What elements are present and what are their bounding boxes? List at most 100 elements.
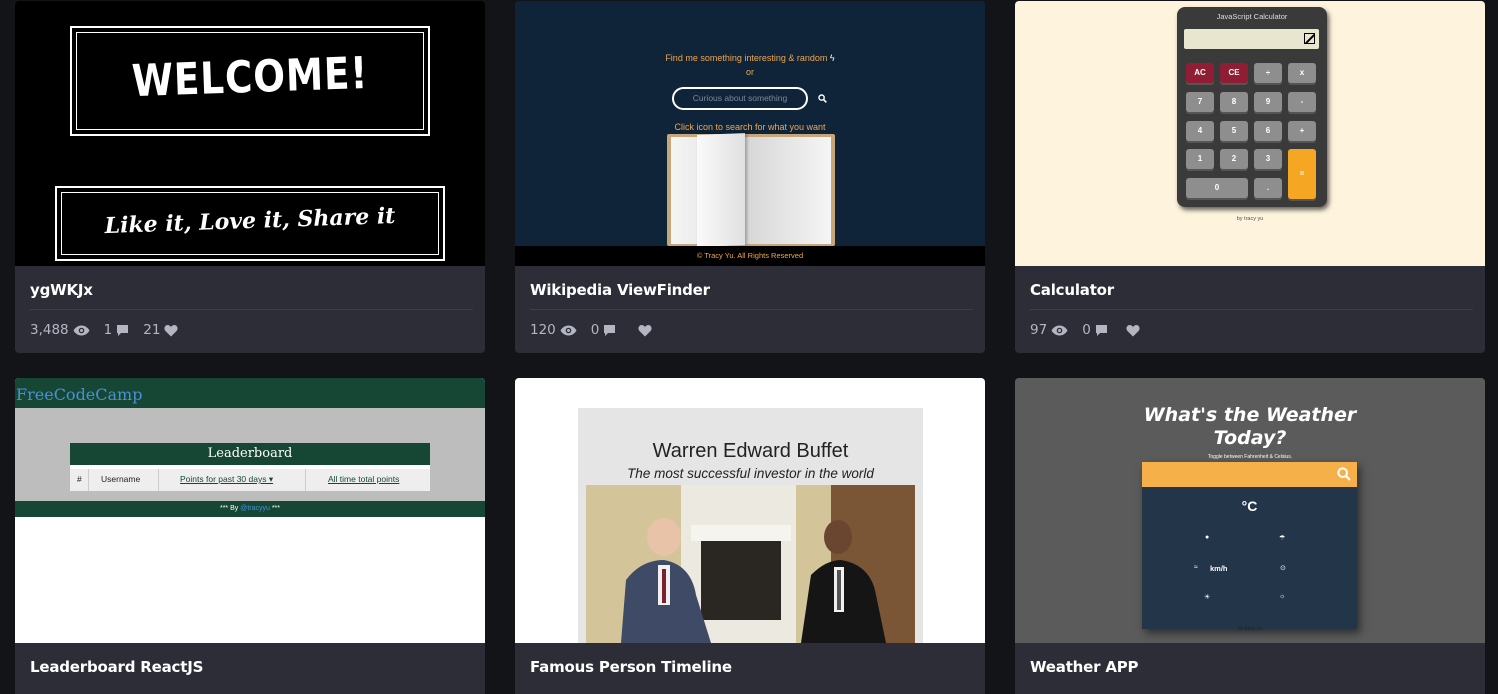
pen-title[interactable]: Wikipedia ViewFinder <box>530 281 710 299</box>
pressure-icon: ⊙ <box>1280 565 1286 572</box>
calc-key: - <box>1288 92 1316 112</box>
pen-title[interactable]: Calculator <box>1030 281 1114 299</box>
pen-preview[interactable]: Warren Edward Buffet The most successful… <box>515 378 985 643</box>
book-illustration <box>667 133 835 247</box>
col-points-30: Points for past 30 days ▾ <box>180 474 273 485</box>
calc-key: 1 <box>1186 149 1214 169</box>
comments-count: 1 <box>103 322 113 338</box>
pen-title[interactable]: Famous Person Timeline <box>530 658 732 676</box>
calc-key: 8 <box>1220 92 1248 112</box>
umbrella-icon: ☂ <box>1279 535 1286 542</box>
share-text: Like it, Love it, Share it <box>104 202 396 240</box>
col-rank: # <box>77 474 82 484</box>
weather-search-bar <box>1142 462 1357 487</box>
pen-preview[interactable]: What's the Weather Today? Toggle between… <box>1015 378 1485 643</box>
pen-preview[interactable]: JavaScript Calculator AC CE ÷ x 7 8 9 - … <box>1015 1 1485 266</box>
calc-key: + <box>1288 121 1316 141</box>
person-name: Warren Edward Buffet <box>652 440 849 462</box>
book-page-flip <box>697 133 745 247</box>
comments-count: 0 <box>1082 322 1091 338</box>
likes-stat[interactable] <box>638 324 652 337</box>
pen-preview[interactable]: WELCOME! Like it, Love it, Share it <box>15 1 485 266</box>
pen-card[interactable]: What's the Weather Today? Toggle between… <box>1015 378 1485 694</box>
views-stat: 3,488 <box>30 322 90 338</box>
calc-key: 7 <box>1186 92 1214 112</box>
comment-icon <box>604 324 616 336</box>
random-link-text: Find me something interesting & random ϟ <box>515 53 985 63</box>
likes-count: 21 <box>143 322 161 338</box>
pen-card[interactable]: JavaScript Calculator AC CE ÷ x 7 8 9 - … <box>1015 1 1485 353</box>
author-suffix: *** <box>269 505 281 512</box>
views-stat: 97 <box>1030 322 1068 338</box>
calc-key: ÷ <box>1254 63 1282 83</box>
views-count: 120 <box>530 322 556 338</box>
calc-key: 3 <box>1254 149 1282 169</box>
views-count: 3,488 <box>30 322 69 338</box>
pen-title[interactable]: Leaderboard ReactJS <box>30 658 203 676</box>
calculator: JavaScript Calculator AC CE ÷ x 7 8 9 - … <box>1177 7 1327 207</box>
calc-key: x <box>1288 63 1316 83</box>
pen-card[interactable]: WELCOME! Like it, Love it, Share it ygWK… <box>15 1 485 353</box>
calc-key: CE <box>1220 63 1248 83</box>
person-photo <box>586 485 915 643</box>
book-page-right <box>751 137 831 244</box>
comments-stat[interactable]: 0 <box>1082 322 1108 338</box>
leaderboard-heading: Leaderboard <box>70 443 430 465</box>
comment-icon <box>1095 324 1107 336</box>
calculator-title: JavaScript Calculator <box>1216 12 1288 21</box>
wind-speed-unit: km/h <box>1210 564 1228 573</box>
likes-stat[interactable] <box>1126 324 1140 337</box>
views-stat: 120 <box>530 322 577 338</box>
col-points-30-label: Points for past 30 days ▾ <box>180 474 274 484</box>
pen-card[interactable]: Find me something interesting & random ϟ… <box>515 1 985 353</box>
calc-key: = <box>1288 149 1316 199</box>
pen-title[interactable]: ygWKJx <box>30 281 93 299</box>
humidity-icon: ● <box>1205 534 1210 541</box>
heart-icon <box>164 324 178 336</box>
col-points-all-label: All time total points <box>328 474 400 484</box>
share-frame: Like it, Love it, Share it <box>55 186 445 261</box>
author-link: @tracyyu <box>240 505 270 512</box>
likes-stat[interactable]: 21 <box>143 322 178 338</box>
weather-title-line1: What's the Weather <box>1143 404 1357 426</box>
calc-key: 9 <box>1254 92 1282 112</box>
person-subtitle: The most successful investor in the worl… <box>627 466 874 481</box>
eye-icon <box>1051 325 1068 335</box>
temperature-unit: °C <box>1241 498 1258 514</box>
eye-icon <box>73 325 90 335</box>
welcome-text: WELCOME! <box>130 47 370 108</box>
heart-icon <box>1126 324 1140 336</box>
calculator-display <box>1184 29 1319 49</box>
author-prefix: *** By <box>219 505 241 512</box>
pen-card[interactable]: FreeCodeCamp Leaderboard # Username Poin… <box>15 378 485 694</box>
pen-preview[interactable]: Find me something interesting & random ϟ… <box>515 1 985 266</box>
comment-icon <box>117 324 129 336</box>
weather-title: What's the Weather Today? <box>1015 404 1485 450</box>
pen-card[interactable]: Warren Edward Buffet The most successful… <box>515 378 985 694</box>
divider <box>30 309 473 310</box>
footer-text: © Tracy Yu. All Rights Reserved <box>515 246 985 266</box>
comments-stat[interactable]: 0 <box>591 322 617 338</box>
fcc-header: FreeCodeCamp <box>15 378 485 408</box>
search-icon <box>1337 467 1351 481</box>
display-icon <box>1304 33 1315 44</box>
click-hint: Click icon to search for what you want <box>674 122 826 132</box>
pen-preview[interactable]: FreeCodeCamp Leaderboard # Username Poin… <box>15 378 485 643</box>
calc-key: AC <box>1186 63 1214 83</box>
views-count: 97 <box>1030 322 1048 338</box>
search-icon <box>818 94 827 103</box>
calc-key: 2 <box>1220 149 1248 169</box>
comments-count: 0 <box>590 322 600 338</box>
calc-key: . <box>1254 178 1282 198</box>
calc-key: 5 <box>1220 121 1248 141</box>
pen-stats: 97 0 <box>1030 322 1140 338</box>
or-text: or <box>745 67 754 77</box>
pen-title[interactable]: Weather APP <box>1030 658 1139 676</box>
random-label: Find me something interesting & random <box>665 53 828 63</box>
pen-stats: 120 0 <box>530 322 652 338</box>
meeting-photo-illustration <box>586 485 915 643</box>
comments-stat[interactable]: 1 <box>104 322 130 338</box>
byline: by tracy yu <box>1236 216 1264 222</box>
divider <box>530 309 973 310</box>
col-username: Username <box>101 474 141 484</box>
